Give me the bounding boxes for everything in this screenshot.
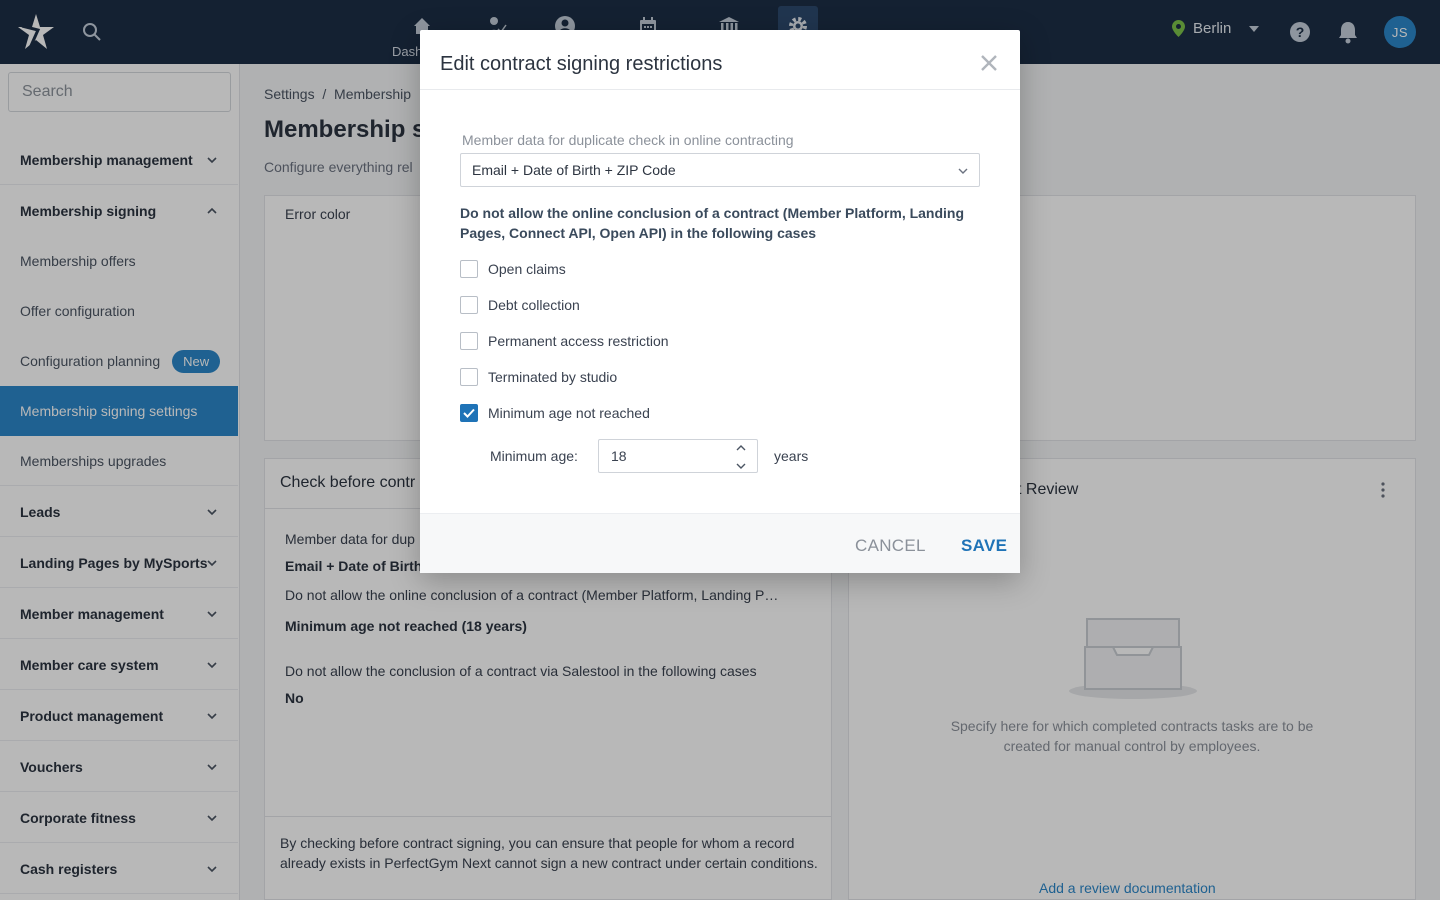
number-stepper[interactable] — [735, 443, 749, 471]
checkbox[interactable] — [460, 332, 478, 350]
checkmark-icon — [463, 408, 475, 418]
dialog-divider — [420, 89, 1020, 90]
chevron-down-icon — [958, 168, 968, 174]
option-label: Debt collection — [488, 297, 580, 313]
checkbox-checked[interactable] — [460, 404, 478, 422]
stepper-up-icon[interactable] — [735, 443, 747, 453]
years-label: years — [774, 448, 809, 464]
input-value: 18 — [611, 448, 627, 464]
checkbox[interactable] — [460, 260, 478, 278]
save-button[interactable]: SAVE — [961, 536, 1007, 556]
option-label: Minimum age not reached — [488, 405, 650, 421]
minimum-age-input[interactable]: 18 — [598, 439, 758, 473]
option-open-claims[interactable]: Open claims — [460, 259, 566, 279]
cancel-button[interactable]: CANCEL — [855, 536, 926, 556]
dialog-title: Edit contract signing restrictions — [440, 53, 723, 75]
stepper-down-icon[interactable] — [735, 461, 747, 471]
option-label: Permanent access restriction — [488, 333, 669, 349]
minimum-age-label: Minimum age: — [490, 448, 578, 464]
restriction-description: Do not allow the online conclusion of a … — [460, 205, 965, 241]
select-value: Email + Date of Birth + ZIP Code — [472, 162, 676, 178]
edit-restrictions-dialog: Edit contract signing restrictions Membe… — [420, 30, 1020, 573]
checkbox[interactable] — [460, 296, 478, 314]
option-label: Terminated by studio — [488, 369, 618, 385]
close-icon[interactable] — [978, 52, 1000, 74]
dialog-footer: CANCEL SAVE — [420, 513, 1020, 573]
option-minimum-age-not-reached[interactable]: Minimum age not reached — [460, 403, 650, 423]
duplicate-check-label: Member data for duplicate check in onlin… — [462, 132, 794, 148]
checkbox[interactable] — [460, 368, 478, 386]
option-debt-collection[interactable]: Debt collection — [460, 295, 580, 315]
option-terminated-by-studio[interactable]: Terminated by studio — [460, 367, 617, 387]
option-label: Open claims — [488, 261, 566, 277]
option-permanent-access-restriction[interactable]: Permanent access restriction — [460, 331, 669, 351]
duplicate-check-select[interactable]: Email + Date of Birth + ZIP Code — [460, 153, 980, 187]
